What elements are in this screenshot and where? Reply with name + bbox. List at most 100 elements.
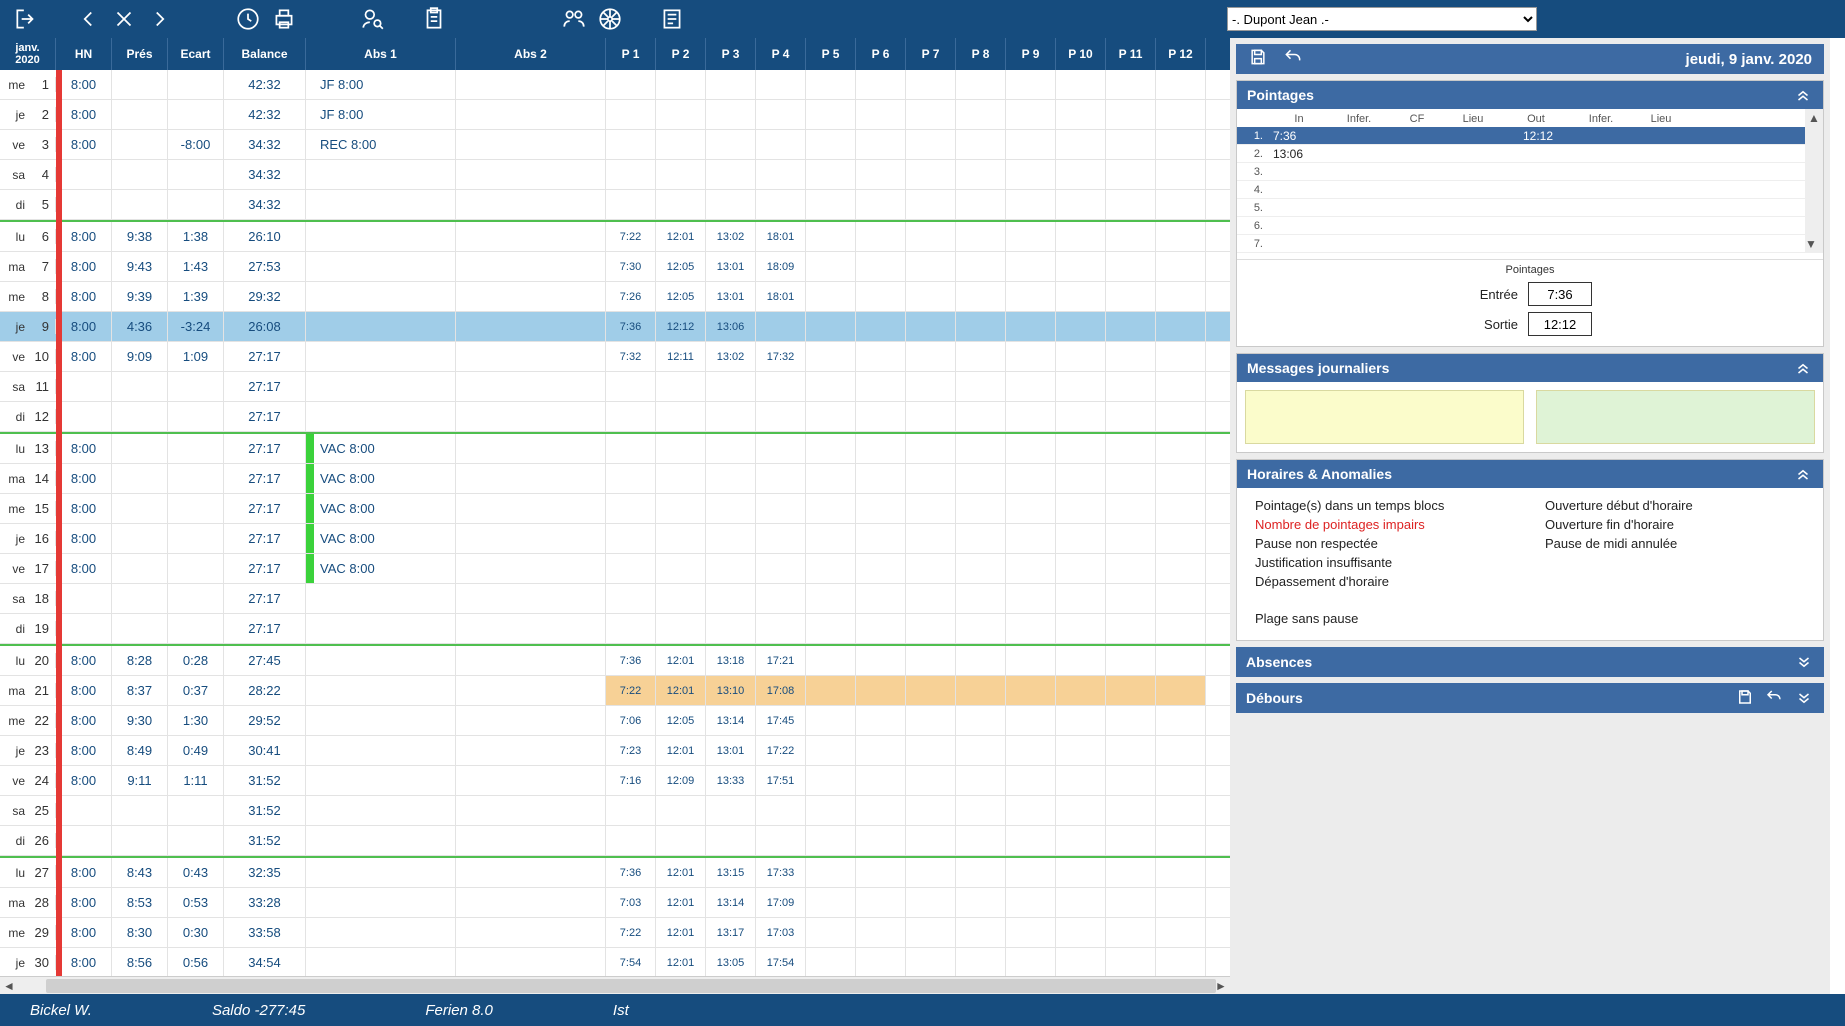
panel-title: Absences — [1246, 654, 1312, 670]
collapse-icon[interactable] — [1793, 85, 1813, 106]
status-saldo: Saldo -277:45 — [212, 1002, 305, 1019]
panel-absences[interactable]: Absences — [1236, 647, 1824, 677]
document-icon[interactable] — [654, 1, 690, 37]
table-row[interactable]: sa434:32 — [0, 160, 1230, 190]
pointage-row[interactable]: 3. — [1237, 163, 1823, 181]
exit-icon[interactable] — [8, 1, 44, 37]
panel-title: Pointages — [1247, 87, 1314, 103]
pointage-row[interactable]: 2.13:06 — [1237, 145, 1823, 163]
panel-debours[interactable]: Débours — [1236, 683, 1824, 713]
table-row[interactable]: sa1127:17 — [0, 372, 1230, 402]
table-row[interactable]: di2631:52 — [0, 826, 1230, 856]
anomaly-item: Ouverture début d'horaire — [1545, 498, 1805, 513]
table-row[interactable]: je168:0027:17VAC 8:00 — [0, 524, 1230, 554]
entree-label: Entrée — [1468, 287, 1518, 302]
status-bar: Bickel W. Saldo -277:45 Ferien 8.0 Ist — [0, 994, 1845, 1026]
prev-icon[interactable] — [70, 1, 106, 37]
table-row[interactable]: lu208:008:280:2827:457:3612:0113:1817:21 — [0, 646, 1230, 676]
table-row[interactable]: lu138:0027:17VAC 8:00 — [0, 434, 1230, 464]
table-row[interactable]: lu278:008:430:4332:357:3612:0113:1517:33 — [0, 858, 1230, 888]
today-icon[interactable] — [106, 1, 142, 37]
user-select[interactable]: -. Dupont Jean .- — [1227, 7, 1537, 31]
undo-icon[interactable] — [1282, 47, 1304, 71]
person-search-icon[interactable] — [354, 1, 390, 37]
col-p7: P 7 — [906, 38, 956, 70]
top-toolbar: -. Dupont Jean .- — [0, 0, 1845, 38]
col-p12: P 12 — [1156, 38, 1206, 70]
print-icon[interactable] — [266, 1, 302, 37]
table-row[interactable]: ma288:008:530:5333:287:0312:0113:1417:09 — [0, 888, 1230, 918]
anomaly-item: Justification insuffisante — [1255, 555, 1515, 570]
table-row[interactable]: ve178:0027:17VAC 8:00 — [0, 554, 1230, 584]
scroll-up-icon[interactable]: ▲ — [1805, 109, 1823, 127]
collapse-icon[interactable] — [1793, 464, 1813, 485]
table-row[interactable]: ma78:009:431:4327:537:3012:0513:0118:09 — [0, 252, 1230, 282]
pointage-row[interactable]: 4. — [1237, 181, 1823, 199]
message-box-yellow[interactable] — [1245, 390, 1524, 444]
pointage-row[interactable]: 6. — [1237, 217, 1823, 235]
save-icon[interactable] — [1736, 688, 1754, 709]
scroll-thumb[interactable] — [46, 979, 1216, 993]
clock-icon[interactable] — [230, 1, 266, 37]
panel-title: Horaires & Anomalies — [1247, 466, 1392, 482]
scroll-left-icon[interactable]: ◄ — [0, 977, 18, 995]
pointages-scrollbar[interactable]: ▲ ▼ — [1805, 109, 1823, 253]
table-row[interactable]: ve248:009:111:1131:527:1612:0913:3317:51 — [0, 766, 1230, 796]
panel-pointages: Pointages In Infer. CF Lieu Out Infer. L… — [1236, 80, 1824, 347]
table-row[interactable]: me88:009:391:3929:327:2612:0513:0118:01 — [0, 282, 1230, 312]
message-box-green[interactable] — [1536, 390, 1815, 444]
col-p2: P 2 — [656, 38, 706, 70]
table-row[interactable]: je238:008:490:4930:417:2312:0113:0117:22 — [0, 736, 1230, 766]
panel-messages: Messages journaliers — [1236, 353, 1824, 453]
table-row[interactable]: je28:0042:32JF 8:00 — [0, 100, 1230, 130]
scroll-right-icon[interactable]: ► — [1212, 977, 1230, 995]
anomaly-item — [1255, 593, 1515, 607]
col-p11: P 11 — [1106, 38, 1156, 70]
table-row[interactable]: sa2531:52 — [0, 796, 1230, 826]
table-row[interactable]: di534:32 — [0, 190, 1230, 220]
panel-title: Débours — [1246, 690, 1303, 706]
table-row[interactable]: sa1827:17 — [0, 584, 1230, 614]
anomaly-item: Pointage(s) dans un temps blocs — [1255, 498, 1515, 513]
table-row[interactable]: ve108:009:091:0927:177:3212:1113:0217:32 — [0, 342, 1230, 372]
entree-input[interactable] — [1528, 282, 1592, 306]
selected-date: jeudi, 9 janv. 2020 — [1686, 51, 1812, 68]
table-row[interactable]: je98:004:36-3:2426:087:3612:1213:06 — [0, 312, 1230, 342]
table-row[interactable]: je308:008:560:5634:547:5412:0113:0517:54 — [0, 948, 1230, 976]
table-row[interactable]: me18:0042:32JF 8:00 — [0, 70, 1230, 100]
table-row[interactable]: lu68:009:381:3826:107:2212:0113:0218:01 — [0, 222, 1230, 252]
col-p6: P 6 — [856, 38, 906, 70]
wheel-icon[interactable] — [592, 1, 628, 37]
table-row[interactable]: ma148:0027:17VAC 8:00 — [0, 464, 1230, 494]
undo-icon[interactable] — [1764, 688, 1784, 709]
scroll-down-icon[interactable]: ▼ — [1805, 235, 1817, 253]
col-p5: P 5 — [806, 38, 856, 70]
col-p4: P 4 — [756, 38, 806, 70]
table-row[interactable]: me158:0027:17VAC 8:00 — [0, 494, 1230, 524]
table-row[interactable]: di1227:17 — [0, 402, 1230, 432]
clipboard-icon[interactable] — [416, 1, 452, 37]
collapse-icon[interactable] — [1793, 358, 1813, 379]
table-row[interactable]: ve38:00-8:0034:32REC 8:00 — [0, 130, 1230, 160]
expand-icon[interactable] — [1794, 652, 1814, 673]
people-icon[interactable] — [556, 1, 592, 37]
pointage-row[interactable]: 7. — [1237, 235, 1823, 253]
status-ist: Ist — [613, 1002, 629, 1019]
sortie-input[interactable] — [1528, 312, 1592, 336]
col-p9: P 9 — [1006, 38, 1056, 70]
col-p10: P 10 — [1056, 38, 1106, 70]
month-label: janv.2020 — [0, 38, 56, 70]
sortie-label: Sortie — [1468, 317, 1518, 332]
next-icon[interactable] — [142, 1, 178, 37]
pointage-row[interactable]: 1.7:3612:12 — [1237, 127, 1823, 145]
save-icon[interactable] — [1248, 47, 1268, 71]
table-row[interactable]: ma218:008:370:3728:227:2212:0113:1017:08 — [0, 676, 1230, 706]
pointage-row[interactable]: 5. — [1237, 199, 1823, 217]
pointages-header: In Infer. CF Lieu Out Infer. Lieu — [1237, 109, 1823, 127]
timesheet-grid: janv.2020 HN Prés Ecart Balance Abs 1 Ab… — [0, 38, 1230, 994]
table-row[interactable]: di1927:17 — [0, 614, 1230, 644]
table-row[interactable]: me298:008:300:3033:587:2212:0113:1717:03 — [0, 918, 1230, 948]
horizontal-scrollbar[interactable]: ◄ ► — [0, 976, 1230, 994]
expand-icon[interactable] — [1794, 688, 1814, 709]
table-row[interactable]: me228:009:301:3029:527:0612:0513:1417:45 — [0, 706, 1230, 736]
